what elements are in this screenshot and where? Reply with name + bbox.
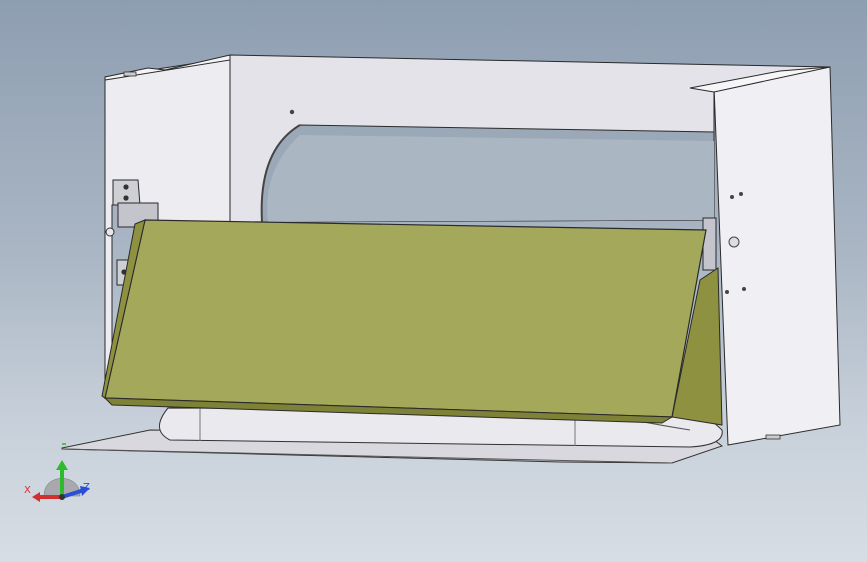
triad-origin xyxy=(59,494,65,500)
back-panel-hole xyxy=(289,109,295,115)
triad-x-label: X xyxy=(24,485,31,496)
triad-y-arrow xyxy=(56,460,68,470)
right-plate-slot xyxy=(765,434,781,440)
sheet-metal-assembly-model[interactable] xyxy=(0,0,867,562)
panel-front-face xyxy=(104,219,707,418)
triad-x-arrow xyxy=(32,492,40,502)
coordinate-triad[interactable] xyxy=(32,460,90,502)
triad-z-label: Z xyxy=(83,482,90,493)
opening-lower-band xyxy=(267,135,714,222)
tilted-panel[interactable] xyxy=(101,219,723,426)
left-flange-slot xyxy=(123,71,137,77)
right-side-plate[interactable] xyxy=(713,66,841,446)
right-hinge-bracket[interactable] xyxy=(702,217,717,271)
cad-viewport[interactable]: X Z xyxy=(0,0,867,562)
